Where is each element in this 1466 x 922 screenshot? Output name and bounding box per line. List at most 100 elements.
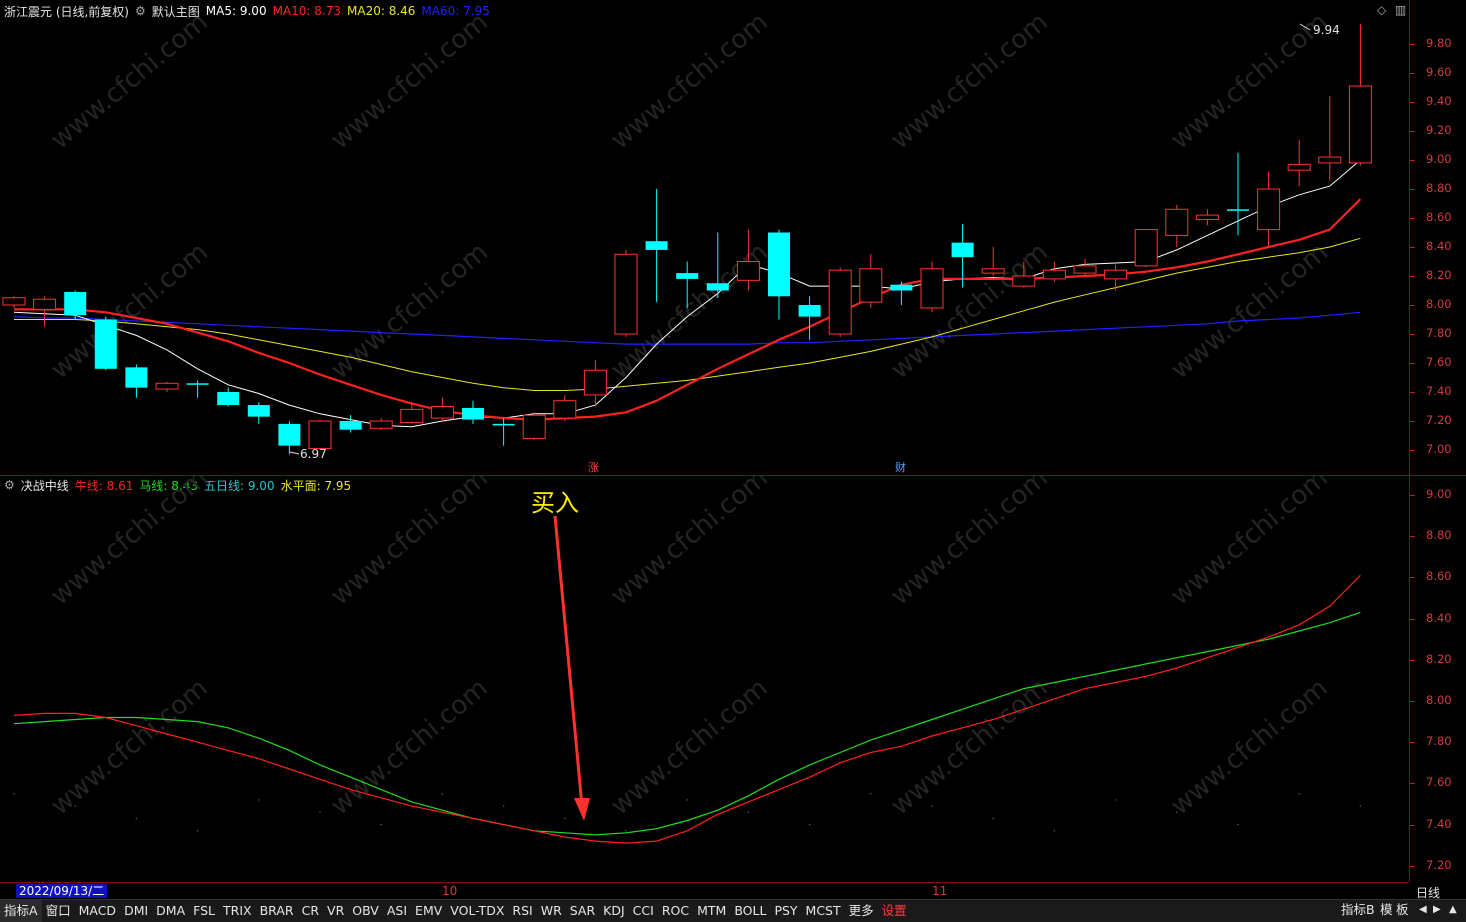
tab-dma[interactable]: DMA bbox=[152, 900, 189, 922]
watermark-text: www.cfchi.com bbox=[605, 476, 774, 611]
candle-body-down bbox=[125, 367, 148, 388]
price-tick-label: 9.80 bbox=[1426, 36, 1452, 50]
price-axis: 9.80 9.60 9.40 9.20 9.00 8.80 8.60 8.40 8.20 8.00… bbox=[1409, 0, 1466, 882]
indicator-tick-mark bbox=[1410, 577, 1415, 579]
indicator-dot bbox=[1176, 811, 1178, 814]
indicator-dot bbox=[196, 829, 199, 832]
tab-asi[interactable]: ASI bbox=[383, 900, 411, 922]
candle-body-up bbox=[522, 414, 546, 439]
indicator-dot bbox=[258, 799, 260, 801]
cursor-date-label: 2022/09/13/二 bbox=[16, 884, 108, 898]
indicator-dot bbox=[747, 811, 750, 814]
candle-body-down bbox=[186, 383, 209, 385]
tab-brar[interactable]: BRAR bbox=[256, 900, 298, 922]
indicator-dot bbox=[870, 792, 872, 795]
tab-更多[interactable]: 更多 bbox=[845, 900, 878, 922]
candle-body-up bbox=[308, 420, 332, 450]
watermark-text: www.cfchi.com bbox=[885, 7, 1054, 155]
tab-指标a[interactable]: 指标A bbox=[0, 900, 42, 922]
tab-emv[interactable]: EMV bbox=[411, 900, 446, 922]
indicator-dot bbox=[625, 829, 627, 832]
tab-fsl[interactable]: FSL bbox=[189, 900, 219, 922]
tab-wr[interactable]: WR bbox=[537, 900, 566, 922]
tab-indicator-b[interactable]: 指标B bbox=[1341, 899, 1375, 921]
tab-cr[interactable]: CR bbox=[298, 900, 323, 922]
watermark-text: www.cfchi.com bbox=[1165, 673, 1334, 821]
low-price-label: 6.97 bbox=[300, 447, 327, 461]
candle-body-up bbox=[1134, 229, 1158, 267]
tab-vr[interactable]: VR bbox=[323, 900, 348, 922]
candle-body-up bbox=[828, 269, 852, 335]
watermark-text: www.cfchi.com bbox=[325, 237, 494, 385]
tab-mcst[interactable]: MCST bbox=[802, 900, 845, 922]
tab-mo[interactable]: 模 bbox=[1380, 899, 1393, 921]
candle-body-down bbox=[94, 319, 117, 369]
price-tick-mark bbox=[1410, 392, 1415, 393]
indicator-tab-bar: 指标A 窗口 MACD DMI DMA FSL TRIX BRAR CR VR OBV ASI EMV V… bbox=[0, 899, 1466, 922]
watermark-text: www.cfchi.com bbox=[45, 673, 214, 821]
buy-arrow-shaft bbox=[553, 515, 584, 807]
price-tick-mark bbox=[1410, 44, 1415, 45]
price-tick-label: 8.40 bbox=[1426, 239, 1452, 253]
candle-body-up bbox=[1318, 156, 1342, 164]
scroll-left-icon[interactable]: ◀ bbox=[1419, 899, 1427, 921]
price-tick-mark bbox=[1410, 450, 1415, 451]
indicator-tick-label: 7.20 bbox=[1426, 857, 1452, 872]
tab-设置[interactable]: 设置 bbox=[878, 900, 911, 922]
price-tick-mark bbox=[1410, 131, 1415, 132]
price-tick-label: 8.80 bbox=[1426, 181, 1452, 195]
tab-cci[interactable]: CCI bbox=[629, 900, 658, 922]
price-tick-label: 7.00 bbox=[1426, 442, 1452, 456]
candle-body-up bbox=[736, 261, 760, 281]
tab-boll[interactable]: BOLL bbox=[730, 900, 770, 922]
price-tick-label: 7.40 bbox=[1426, 384, 1452, 398]
indicator-dot bbox=[502, 805, 505, 807]
indicator-dot bbox=[135, 817, 138, 820]
candle-body-up bbox=[1257, 188, 1281, 231]
tab-psy[interactable]: PSY bbox=[770, 900, 801, 922]
tab-dmi[interactable]: DMI bbox=[120, 900, 152, 922]
tab-vol-tdx[interactable]: VOL-TDX bbox=[446, 900, 508, 922]
main-chart-panel[interactable]: 浙江震元 (日线,前复权) ⚙ 默认主图 MA5: 9.00 MA10: 8.7… bbox=[0, 0, 1409, 476]
tab-窗口[interactable]: 窗口 bbox=[42, 900, 75, 922]
candle-body-up bbox=[1165, 208, 1189, 236]
indicator-tick-label: 8.80 bbox=[1426, 528, 1452, 543]
candle-body-up bbox=[33, 298, 57, 310]
tab-ban[interactable]: 板 bbox=[1396, 899, 1409, 921]
price-tick-mark bbox=[1410, 73, 1415, 74]
price-tick-label: 9.60 bbox=[1426, 65, 1452, 79]
price-tick-label: 8.60 bbox=[1426, 210, 1452, 224]
price-tick-mark bbox=[1410, 276, 1415, 277]
watermark-text: www.cfchi.com bbox=[1165, 237, 1334, 385]
candle-body-down bbox=[492, 423, 515, 426]
watermark-text: www.cfchi.com bbox=[605, 7, 774, 155]
candle-body-down bbox=[951, 242, 974, 258]
indicator-tick-label: 8.40 bbox=[1426, 610, 1452, 625]
tab-trix[interactable]: TRIX bbox=[219, 900, 256, 922]
indicator-tick-mark bbox=[1410, 742, 1415, 744]
price-tick-label: 7.80 bbox=[1426, 326, 1452, 340]
candle-body-up bbox=[1195, 214, 1219, 220]
indicator-tick-label: 7.80 bbox=[1426, 734, 1452, 749]
indicator-tick-label: 8.20 bbox=[1426, 651, 1452, 666]
indicator-dot bbox=[1359, 805, 1362, 807]
scroll-right-icon[interactable]: ▶ bbox=[1433, 899, 1441, 921]
price-tick-mark bbox=[1410, 160, 1415, 161]
menu-up-icon[interactable]: ▲ bbox=[1449, 899, 1457, 921]
tab-rsi[interactable]: RSI bbox=[508, 900, 536, 922]
tab-mtm[interactable]: MTM bbox=[693, 900, 730, 922]
tab-roc[interactable]: ROC bbox=[658, 900, 693, 922]
tab-macd[interactable]: MACD bbox=[75, 900, 120, 922]
indicator-dot bbox=[1053, 829, 1056, 832]
candle-body-up bbox=[583, 369, 607, 396]
tab-kdj[interactable]: KDJ bbox=[599, 900, 629, 922]
tab-sar[interactable]: SAR bbox=[566, 900, 599, 922]
candle-body-down bbox=[890, 284, 913, 291]
indicator-tick-mark bbox=[1410, 783, 1415, 785]
indicator-dot bbox=[931, 805, 933, 807]
indicator-panel[interactable]: ⚙ 决战中线 牛线: 8.61 马线: 8.43 五日线: 9.00 水平面: … bbox=[0, 476, 1409, 882]
price-tick-label: 9.40 bbox=[1426, 94, 1452, 108]
watermark-text: www.cfchi.com bbox=[1165, 476, 1334, 611]
tab-obv[interactable]: OBV bbox=[348, 900, 383, 922]
candle-body-down bbox=[462, 407, 484, 420]
